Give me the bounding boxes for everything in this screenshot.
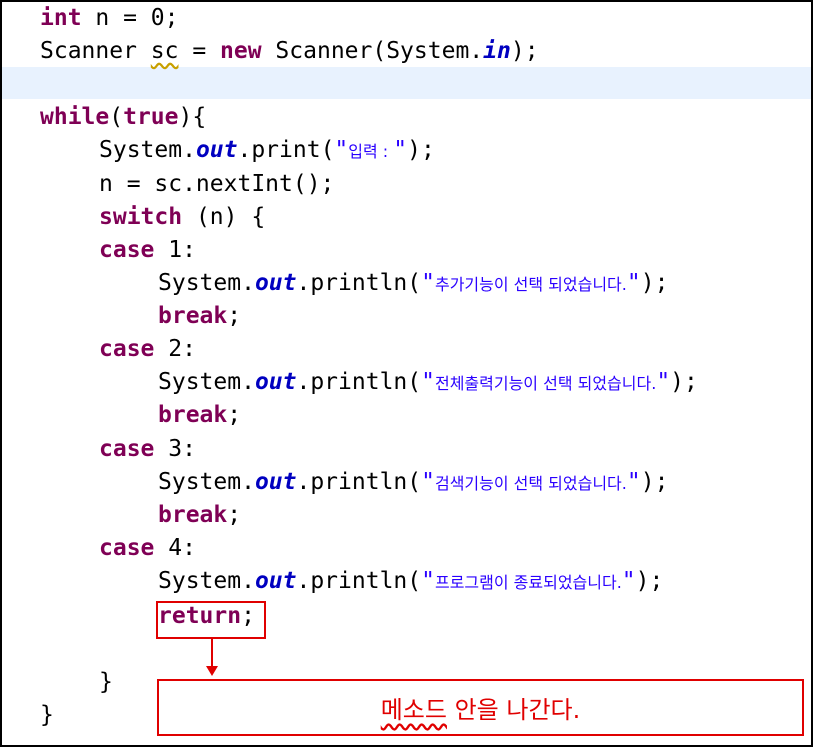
code-line-close-switch: } (99, 666, 113, 699)
code-text: ); (640, 469, 669, 495)
string-literal: 프로그램이 종료되었습니다. (434, 573, 622, 592)
code-text: (n) { (182, 204, 266, 230)
code-text: System. (158, 568, 255, 594)
closing-brace: } (99, 669, 113, 695)
static-field: out (254, 469, 297, 495)
code-text: n = sc.nextInt(); (99, 171, 335, 197)
code-text: 2: (154, 336, 196, 362)
code-line-case3: case 3: (99, 433, 196, 466)
keyword: switch (99, 204, 183, 230)
code-line-print1: System.out.println("추가기능이 선택 되었습니다."); (158, 267, 668, 300)
string-literal: 추가기능이 선택 되었습니다. (434, 275, 627, 294)
string-quote: " (626, 270, 641, 296)
code-line-6: n = sc.nextInt(); (99, 168, 334, 201)
code-line-print4: System.out.println("프로그램이 종료되었습니다."); (158, 565, 663, 598)
string-quote: " (393, 137, 408, 163)
string-literal: 검색기능이 선택 되었습니다. (434, 474, 627, 493)
code-line-2: Scanner sc = new Scanner(System.in); (40, 35, 539, 68)
string-quote: " (421, 568, 435, 594)
code-text: Scanner(System. (261, 38, 484, 64)
code-line-4: while(true){ (40, 101, 206, 134)
static-field: in (483, 38, 511, 64)
code-text: System. (99, 137, 196, 163)
code-text: System. (158, 270, 255, 296)
code-text: 3: (154, 436, 196, 462)
code-text: ); (407, 137, 435, 163)
code-line-print3: System.out.println("검색기능이 선택 되었습니다."); (158, 466, 668, 499)
keyword: case (99, 237, 155, 263)
code-text: ); (670, 369, 698, 395)
code-text: System. (158, 469, 255, 495)
keyword: break (158, 303, 228, 329)
string-literal: 전체출력기능이 선택 되었습니다. (434, 374, 657, 393)
code-line-break2: break; (158, 399, 241, 432)
code-text: ); (635, 568, 664, 594)
string-quote: " (621, 568, 636, 594)
code-text: Scanner (40, 38, 151, 64)
string-quote: " (656, 369, 671, 395)
string-quote: " (626, 469, 641, 495)
callout-text: 안을 나간다. (446, 696, 581, 724)
code-line-1: int n = 0; (40, 2, 178, 35)
code-text: .println( (296, 270, 422, 296)
code-text: .println( (296, 568, 422, 594)
static-field: out (254, 270, 297, 296)
code-text: 1: (154, 237, 196, 263)
code-line-print2: System.out.println("전체출력기능이 선택 되었습니다."); (158, 366, 698, 399)
keyword: case (99, 336, 155, 362)
keyword: int (40, 5, 82, 31)
code-line-7: switch (n) { (99, 201, 265, 234)
code-text: ; (227, 502, 242, 528)
keyword: case (99, 436, 155, 462)
annotation-callout: 메소드 안을 나간다. (157, 679, 804, 736)
code-text: ); (640, 270, 669, 296)
code-line-case2: case 2: (99, 333, 196, 366)
keyword: break (158, 502, 228, 528)
code-text: = (178, 38, 221, 64)
code-text: ); (510, 38, 539, 64)
code-line-5: System.out.print("입력 : "); (99, 134, 435, 167)
string-quote: " (334, 137, 349, 163)
static-field: out (254, 369, 297, 395)
code-text: ; (227, 303, 242, 329)
code-text: ; (227, 402, 242, 428)
code-line-case4: case 4: (99, 532, 196, 565)
warning-variable: sc (150, 38, 179, 64)
code-line-close-while: } (40, 699, 54, 732)
string-quote: " (421, 369, 435, 395)
return-highlight-box (156, 601, 266, 639)
code-editor: int n = 0; Scanner sc = new Scanner(Syst… (0, 0, 813, 747)
keyword: case (99, 535, 155, 561)
keyword: true (123, 104, 179, 130)
code-text: ){ (178, 104, 207, 130)
code-text: 4: (154, 535, 196, 561)
string-quote: " (421, 270, 435, 296)
static-field: out (254, 568, 297, 594)
code-line-break1: break; (158, 300, 241, 333)
current-line-highlight (2, 67, 811, 99)
closing-brace: } (40, 702, 54, 728)
code-text: System. (158, 369, 255, 395)
code-text: .print( (237, 137, 335, 163)
string-quote: " (421, 469, 435, 495)
keyword: new (220, 38, 262, 64)
annotation-arrow-shaft (211, 637, 213, 667)
code-text: .println( (296, 369, 422, 395)
code-line-break3: break; (158, 499, 241, 532)
arrow-down-icon (206, 666, 218, 676)
static-field: out (195, 137, 238, 163)
callout-word: 메소드 (380, 696, 447, 724)
code-line-case1: case 1: (99, 234, 196, 267)
code-text: ( (109, 104, 124, 130)
code-text: .println( (296, 469, 422, 495)
string-literal: 입력 : (348, 142, 394, 161)
keyword: while (40, 104, 110, 130)
keyword: break (158, 402, 228, 428)
code-text: n = 0; (81, 5, 179, 31)
